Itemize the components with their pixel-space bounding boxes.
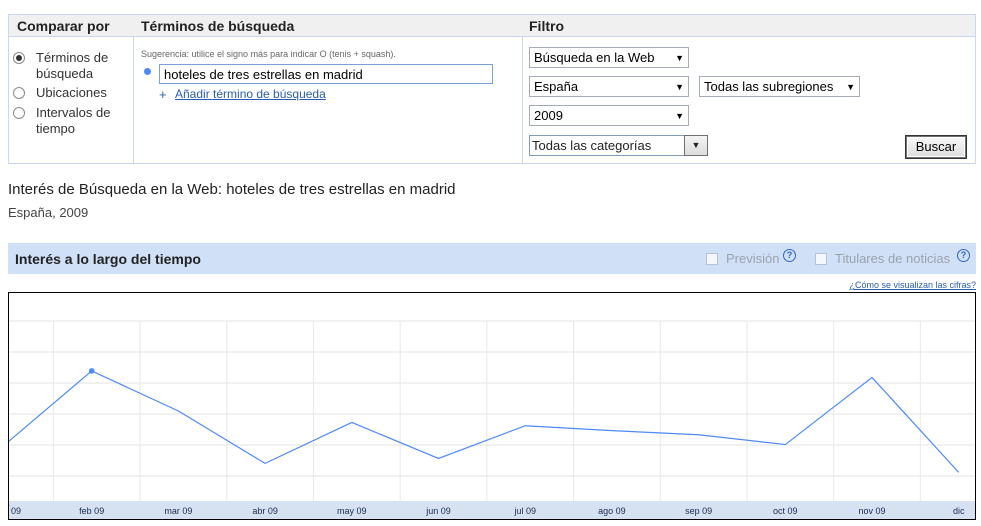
section-title: Interés a lo largo del tiempo [15,251,201,267]
forecast-checkbox[interactable] [706,253,718,265]
compare-option-label: Intervalos de tiempo [36,105,111,136]
search-type-value: Búsqueda en la Web [534,50,655,65]
x-tick-label: may 09 [337,506,367,516]
chevron-down-icon: ▼ [675,82,684,92]
subregion-select[interactable]: Todas las subregiones ▼ [699,76,860,97]
chevron-down-icon: ▼ [846,82,855,92]
panel-header: Comparar por Términos de búsqueda Filtro [9,15,975,37]
interest-chart: 09 feb 09 mar 09 abr 09 may 09 jun 09 jul 09 ag… [8,292,976,520]
result-title: Interés de Búsqueda en la Web: hoteles d… [8,181,456,198]
compare-option-time-ranges[interactable]: Intervalos de tiempo [13,105,116,137]
data-point [88,368,95,374]
news-label: Titulares de noticias [835,251,951,266]
radio-time-ranges[interactable] [13,107,25,119]
x-tick-label: jun 09 [425,506,451,516]
x-tick-label: jul 09 [513,506,536,516]
column-divider [133,37,134,163]
interest-over-time-bar: Interés a lo largo del tiempo Previsión … [8,243,976,274]
category-select[interactable]: Todas las categorías [529,135,685,156]
news-checkbox[interactable] [815,253,827,265]
search-button[interactable]: Buscar [905,135,967,159]
search-type-select[interactable]: Búsqueda en la Web ▼ [529,47,689,68]
terms-header: Términos de búsqueda [141,18,295,34]
chevron-down-icon: ▼ [675,111,684,121]
how-numbers-link[interactable]: ¿Cómo se visualizan las cifras? [849,280,976,290]
column-divider [522,37,523,163]
x-tick-label: ago 09 [598,506,626,516]
category-dropdown-button[interactable]: ▼ [684,135,708,156]
x-tick-label: abr 09 [252,506,278,516]
subregion-value: Todas las subregiones [704,79,834,94]
forecast-label: Previsión [726,251,780,266]
forecast-help-icon[interactable]: ? [783,249,796,262]
compare-option-locations[interactable]: Ubicaciones [13,85,116,101]
interest-line-chart: 09 feb 09 mar 09 abr 09 may 09 jun 09 jul 09 ag… [9,320,975,519]
country-select[interactable]: España ▼ [529,76,689,97]
x-tick-label: 09 [11,506,21,516]
x-tick-label: feb 09 [79,506,104,516]
filter-header: Filtro [529,18,564,34]
search-panel: Comparar por Términos de búsqueda Filtro… [8,14,976,164]
search-hint: Sugerencia: utilice el signo más para in… [141,49,396,59]
compare-header: Comparar por [17,18,110,34]
search-term-input[interactable] [159,64,493,84]
x-tick-label: mar 09 [164,506,192,516]
add-icon: + [159,87,167,102]
year-value: 2009 [534,108,563,123]
series-line [9,370,960,473]
x-tick-label: dic [953,506,965,516]
news-help-icon[interactable]: ? [957,249,970,262]
x-tick-label: oct 09 [773,506,798,516]
x-axis-band [9,501,975,519]
chevron-down-icon: ▼ [675,53,684,63]
add-term-link[interactable]: Añadir término de búsqueda [175,87,326,101]
result-subtitle: España, 2009 [8,205,89,220]
year-select[interactable]: 2009 ▼ [529,105,689,126]
term-color-dot [144,68,151,75]
country-value: España [534,79,579,94]
radio-terms[interactable] [13,52,25,64]
compare-option-label: Términos de búsqueda [36,50,109,81]
compare-option-terms[interactable]: Términos de búsqueda [13,50,116,82]
compare-option-label: Ubicaciones [36,85,107,100]
x-tick-label: sep 09 [685,506,712,516]
radio-locations[interactable] [13,87,25,99]
x-tick-label: nov 09 [858,506,885,516]
